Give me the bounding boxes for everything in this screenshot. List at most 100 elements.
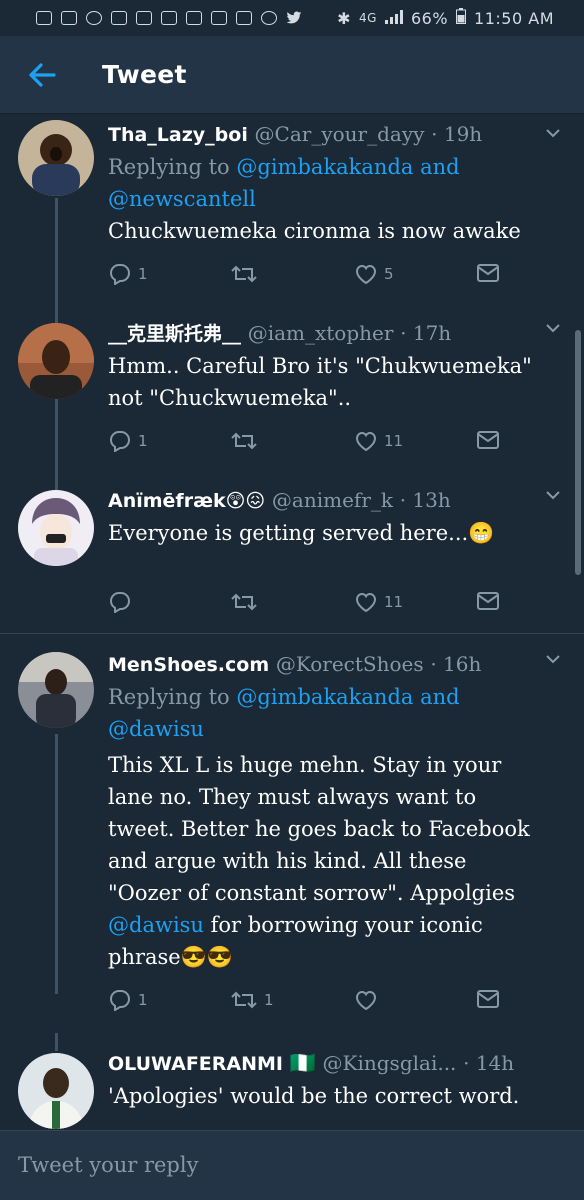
username[interactable]: @animefr_k xyxy=(272,488,393,512)
avatar[interactable] xyxy=(18,1053,94,1129)
heart-icon xyxy=(355,990,377,1011)
username[interactable]: @iam_xtopher xyxy=(248,321,394,345)
reply-icon xyxy=(109,431,131,452)
reply-button[interactable]: 1 xyxy=(108,263,148,285)
mention-link[interactable]: @dawisu xyxy=(108,717,204,741)
back-button[interactable] xyxy=(12,45,72,105)
gallery-icon xyxy=(211,11,227,25)
retweet-icon xyxy=(231,991,257,1009)
like-button[interactable] xyxy=(354,989,384,1011)
direct-message-button[interactable] xyxy=(476,591,500,611)
reply-button[interactable]: 1 xyxy=(108,430,148,452)
reply-count: 1 xyxy=(138,265,148,283)
tweet-actions: 11 xyxy=(108,583,534,623)
page-title: Tweet xyxy=(102,60,187,89)
display-name[interactable]: MenShoes.com xyxy=(108,654,269,676)
battery-icon xyxy=(456,8,467,28)
mention-conjunction[interactable]: and xyxy=(420,685,460,709)
tweet-meta: __克里斯托弗__ @iam_xtopher · 17h xyxy=(108,317,534,350)
reply-timeline[interactable]: Tha_Lazy_boi @Car_your_dayy · 19h Replyi… xyxy=(0,114,584,1130)
direct-message-button[interactable] xyxy=(476,430,500,450)
like-count: 11 xyxy=(384,432,404,450)
tweet-item[interactable]: MenShoes.com @KorectShoes · 16h Replying… xyxy=(0,634,584,1033)
tweet-text: 'Apologies' would be the correct word. xyxy=(108,1084,520,1108)
reply-icon xyxy=(109,990,131,1011)
retweet-count: 1 xyxy=(264,991,274,1009)
mention-link[interactable]: @gimbakakanda xyxy=(236,155,413,179)
timestamp: · 14h xyxy=(463,1051,515,1075)
avatar[interactable] xyxy=(18,652,94,728)
thread-line xyxy=(55,1033,58,1051)
chevron-down-icon[interactable] xyxy=(542,122,564,144)
reply-button[interactable]: 1 xyxy=(108,989,148,1011)
avatar[interactable] xyxy=(18,323,94,399)
retweet-button[interactable] xyxy=(230,430,264,452)
direct-message-button[interactable] xyxy=(476,263,500,283)
timestamp: · 16h xyxy=(430,652,482,676)
retweet-button[interactable]: 1 xyxy=(230,989,274,1011)
retweet-button[interactable] xyxy=(230,263,264,285)
envelope-icon xyxy=(477,592,499,610)
username[interactable]: @KorectShoes xyxy=(276,652,424,676)
snapchat-icon xyxy=(111,11,127,25)
chevron-down-icon[interactable] xyxy=(542,317,564,339)
timestamp: · 17h xyxy=(400,321,452,345)
mention-conjunction[interactable]: and xyxy=(420,155,460,179)
avatar[interactable] xyxy=(18,120,94,196)
tweet-actions: 1 1 xyxy=(108,981,534,1021)
display-name[interactable]: __克里斯托弗__ xyxy=(108,323,241,345)
thread-line xyxy=(55,476,58,490)
tweet-item[interactable]: OLUWAFERANMI 🇳🇬 @Kingsglai... · 14h 'Apo… xyxy=(0,1033,584,1130)
tweet-item[interactable]: __克里斯托弗__ @iam_xtopher · 17h Hmm.. Caref… xyxy=(0,309,584,483)
reply-icon xyxy=(109,592,131,613)
retweet-icon xyxy=(231,432,257,450)
mention-link[interactable]: @gimbakakanda xyxy=(236,685,413,709)
display-name[interactable]: Anïmēfræk😲😖 xyxy=(108,490,265,512)
username[interactable]: @Car_your_dayy xyxy=(255,122,425,146)
mail-icon xyxy=(236,11,252,25)
avatar[interactable] xyxy=(18,490,94,566)
retweet-button[interactable] xyxy=(230,591,264,613)
tweet-text: Hmm.. Careful Bro it's "Chukwuemeka" not… xyxy=(108,354,532,410)
tweet-meta: Tha_Lazy_boi @Car_your_dayy · 19h xyxy=(108,118,534,151)
network-type: 4G xyxy=(359,11,377,25)
battery-percent: 66% xyxy=(410,8,449,28)
tweet-actions: 1 5 xyxy=(108,255,534,295)
flag-icon: 🇳🇬 xyxy=(289,1051,316,1075)
like-button[interactable]: 11 xyxy=(354,430,403,452)
app-header: Tweet xyxy=(0,36,584,114)
app-icon xyxy=(161,11,177,25)
reply-count: 1 xyxy=(138,991,148,1009)
like-button[interactable]: 11 xyxy=(354,591,403,613)
signal-icon xyxy=(384,9,403,28)
display-name[interactable]: OLUWAFERANMI xyxy=(108,1053,283,1075)
chevron-down-icon[interactable] xyxy=(542,648,564,670)
scrollbar[interactable] xyxy=(575,330,581,575)
reply-button[interactable] xyxy=(108,591,138,613)
like-count: 5 xyxy=(384,265,394,283)
tweet-meta: MenShoes.com @KorectShoes · 16h xyxy=(108,648,534,681)
tweet-item[interactable]: Tha_Lazy_boi @Car_your_dayy · 19h Replyi… xyxy=(0,114,584,348)
tweet-actions: 1 11 xyxy=(108,422,534,462)
replying-to-label: Replying to xyxy=(108,685,230,709)
status-bar: ✱ 4G 66% 11:50 AM xyxy=(0,0,584,36)
tweet-text: This XL L is huge mehn. Stay in your lan… xyxy=(108,749,534,973)
replying-to: Replying to @gimbakakanda and @dawisu xyxy=(108,681,534,745)
mention-link[interactable]: @dawisu xyxy=(108,913,204,937)
reply-count: 1 xyxy=(138,432,148,450)
reply-composer xyxy=(0,1130,584,1200)
arrow-left-icon xyxy=(29,62,56,87)
missed-call-icon xyxy=(136,11,152,25)
direct-message-button[interactable] xyxy=(476,989,500,1009)
reply-input[interactable] xyxy=(18,1143,558,1187)
tweet-text: Chuckwuemeka cironma is now awake xyxy=(108,219,521,243)
replying-to-label: Replying to xyxy=(108,155,230,179)
tweet-meta: Anïmēfræk😲😖 @animefr_k · 13h xyxy=(108,484,534,517)
username[interactable]: @Kingsglai... xyxy=(323,1051,457,1075)
mention-link[interactable]: @newscantell xyxy=(108,187,256,211)
tweet-item[interactable]: Anïmēfræk😲😖 @animefr_k · 13h Everyone is… xyxy=(0,476,584,634)
chevron-down-icon[interactable] xyxy=(542,484,564,506)
like-button[interactable]: 5 xyxy=(354,263,394,285)
bluetooth-icon: ✱ xyxy=(337,8,352,28)
display-name[interactable]: Tha_Lazy_boi xyxy=(108,124,248,146)
